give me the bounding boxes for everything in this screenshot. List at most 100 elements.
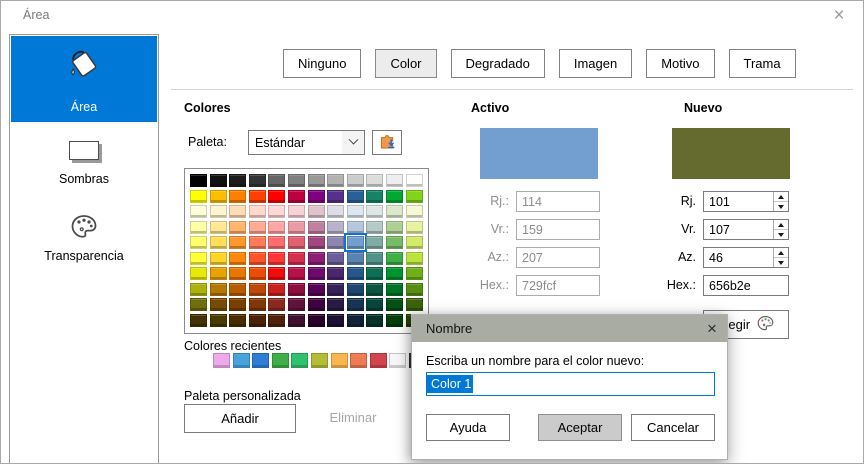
palette-swatch[interactable] xyxy=(366,189,384,203)
fill-type-color-button[interactable]: Color xyxy=(375,49,437,78)
palette-swatch[interactable] xyxy=(366,313,384,327)
palette-swatch[interactable] xyxy=(209,174,227,187)
palette-swatch[interactable] xyxy=(327,282,345,296)
recent-color-swatch[interactable] xyxy=(369,353,387,368)
window-close-icon[interactable]: × xyxy=(827,3,851,29)
palette-swatch[interactable] xyxy=(209,267,227,280)
palette-swatch[interactable] xyxy=(248,267,266,280)
palette-swatch[interactable] xyxy=(190,251,207,265)
palette-swatch[interactable] xyxy=(287,205,305,218)
palette-swatch[interactable] xyxy=(327,220,345,234)
palette-swatch[interactable] xyxy=(346,174,364,187)
fill-type-trama-button[interactable]: Trama xyxy=(728,49,796,78)
palette-swatch[interactable] xyxy=(268,205,286,218)
palette-swatch[interactable] xyxy=(343,233,367,252)
palette-swatch[interactable] xyxy=(346,220,364,234)
palette-swatch[interactable] xyxy=(385,205,403,218)
palette-swatch[interactable] xyxy=(327,313,345,327)
palette-swatch[interactable] xyxy=(385,220,403,234)
new-red-stepper[interactable]: 101 xyxy=(703,191,789,212)
palette-swatch[interactable] xyxy=(307,251,325,265)
palette-swatch[interactable] xyxy=(385,267,403,280)
palette-swatch[interactable] xyxy=(385,251,403,265)
palette-swatch[interactable] xyxy=(190,220,207,234)
palette-swatch[interactable] xyxy=(327,298,345,311)
accept-button[interactable]: Aceptar xyxy=(538,414,622,441)
new-blue-stepper[interactable]: 46 xyxy=(703,247,789,268)
add-color-button[interactable]: Añadir xyxy=(184,404,296,433)
palette-swatch[interactable] xyxy=(248,298,266,311)
recent-color-swatch[interactable] xyxy=(291,353,309,368)
palette-swatch[interactable] xyxy=(307,174,325,187)
palette-swatch[interactable] xyxy=(268,174,286,187)
palette-swatch[interactable] xyxy=(190,205,207,218)
fill-type-motivo-button[interactable]: Motivo xyxy=(646,49,715,78)
palette-swatch[interactable] xyxy=(229,313,247,327)
palette-swatch[interactable] xyxy=(307,282,325,296)
recent-color-swatch[interactable] xyxy=(389,353,407,368)
palette-swatch[interactable] xyxy=(366,236,384,249)
recent-color-swatch[interactable] xyxy=(310,353,328,368)
palette-swatch[interactable] xyxy=(190,282,207,296)
fill-type-imagen-button[interactable]: Imagen xyxy=(558,49,633,78)
cancel-button[interactable]: Cancelar xyxy=(631,414,715,441)
palette-swatch[interactable] xyxy=(385,298,403,311)
palette-swatch[interactable] xyxy=(268,236,286,249)
palette-swatch[interactable] xyxy=(327,189,345,203)
palette-swatch[interactable] xyxy=(190,267,207,280)
palette-swatch[interactable] xyxy=(405,267,423,280)
palette-swatch[interactable] xyxy=(248,251,266,265)
recent-color-swatch[interactable] xyxy=(252,353,270,368)
palette-swatch[interactable] xyxy=(307,298,325,311)
chevron-down-icon[interactable] xyxy=(342,131,364,154)
palette-swatch[interactable] xyxy=(268,251,286,265)
palette-swatch[interactable] xyxy=(366,205,384,218)
palette-swatch[interactable] xyxy=(287,251,305,265)
palette-swatch[interactable] xyxy=(327,251,345,265)
palette-swatch[interactable] xyxy=(366,220,384,234)
fill-type-degradado-button[interactable]: Degradado xyxy=(450,49,545,78)
palette-swatch[interactable] xyxy=(346,313,364,327)
palette-swatch[interactable] xyxy=(209,298,227,311)
palette-swatch[interactable] xyxy=(405,236,423,249)
palette-swatch[interactable] xyxy=(248,205,266,218)
palette-swatch[interactable] xyxy=(366,298,384,311)
palette-swatch[interactable] xyxy=(248,313,266,327)
palette-swatch[interactable] xyxy=(287,298,305,311)
palette-swatch[interactable] xyxy=(268,220,286,234)
palette-swatch[interactable] xyxy=(366,251,384,265)
palette-swatch[interactable] xyxy=(307,313,325,327)
palette-swatch[interactable] xyxy=(366,267,384,280)
palette-swatch[interactable] xyxy=(307,267,325,280)
spin-down-icon[interactable] xyxy=(774,230,788,239)
palette-swatch[interactable] xyxy=(209,205,227,218)
palette-swatch[interactable] xyxy=(229,205,247,218)
spin-up-icon[interactable] xyxy=(774,220,788,230)
palette-swatch[interactable] xyxy=(405,220,423,234)
palette-swatch[interactable] xyxy=(346,298,364,311)
palette-swatch[interactable] xyxy=(248,174,266,187)
palette-swatch[interactable] xyxy=(248,282,266,296)
palette-swatch[interactable] xyxy=(229,189,247,203)
palette-swatch[interactable] xyxy=(405,251,423,265)
palette-swatch[interactable] xyxy=(229,251,247,265)
palette-swatch[interactable] xyxy=(209,236,227,249)
palette-swatch[interactable] xyxy=(287,189,305,203)
palette-swatch[interactable] xyxy=(327,205,345,218)
spin-down-icon[interactable] xyxy=(774,258,788,267)
palette-swatch[interactable] xyxy=(346,267,364,280)
palette-swatch[interactable] xyxy=(229,282,247,296)
palette-swatch[interactable] xyxy=(287,313,305,327)
fill-type-ninguno-button[interactable]: Ninguno xyxy=(283,49,362,78)
palette-swatch[interactable] xyxy=(307,236,325,249)
palette-swatch[interactable] xyxy=(248,220,266,234)
palette-swatch[interactable] xyxy=(190,174,207,187)
new-green-stepper[interactable]: 107 xyxy=(703,219,789,240)
palette-swatch[interactable] xyxy=(209,313,227,327)
sidebar-item-area[interactable]: Área xyxy=(11,36,157,122)
palette-swatch[interactable] xyxy=(209,282,227,296)
palette-swatch[interactable] xyxy=(366,282,384,296)
palette-swatch[interactable] xyxy=(229,220,247,234)
palette-swatch[interactable] xyxy=(229,236,247,249)
palette-swatch[interactable] xyxy=(190,189,207,203)
